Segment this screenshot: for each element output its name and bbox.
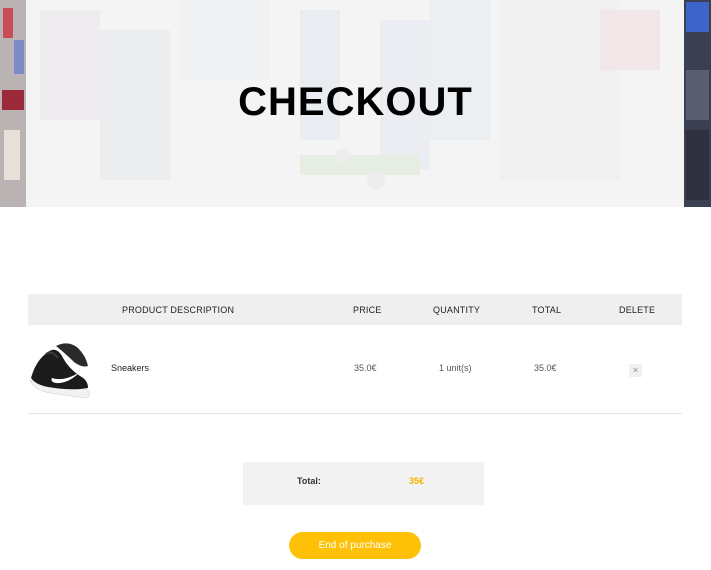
cart-row: Sneakers 35.0€ 1 unit(s) 35.0€ × xyxy=(28,325,682,414)
page-title: CHECKOUT xyxy=(238,80,473,124)
header-quantity: QUANTITY xyxy=(433,305,481,315)
header-product-description: PRODUCT DESCRIPTION xyxy=(122,305,235,315)
hero-banner: CHECKOUT xyxy=(0,0,711,207)
item-quantity: 1 unit(s) xyxy=(439,363,472,373)
item-price: 35.0€ xyxy=(354,363,377,373)
order-total-box: Total: 35€ xyxy=(243,462,484,505)
order-total-value: 35€ xyxy=(409,476,425,486)
item-name: Sneakers xyxy=(111,363,150,373)
header-price: PRICE xyxy=(353,305,382,315)
end-of-purchase-button[interactable]: End of purchase xyxy=(289,532,421,559)
header-total: TOTAL xyxy=(532,305,562,315)
delete-item-icon[interactable]: × xyxy=(629,364,642,377)
cart-table-header: PRODUCT DESCRIPTION PRICE QUANTITY TOTAL… xyxy=(28,294,682,325)
sneaker-image xyxy=(28,338,91,401)
item-total: 35.0€ xyxy=(534,363,557,373)
header-delete: DELETE xyxy=(619,305,656,315)
order-total-label: Total: xyxy=(297,476,321,486)
